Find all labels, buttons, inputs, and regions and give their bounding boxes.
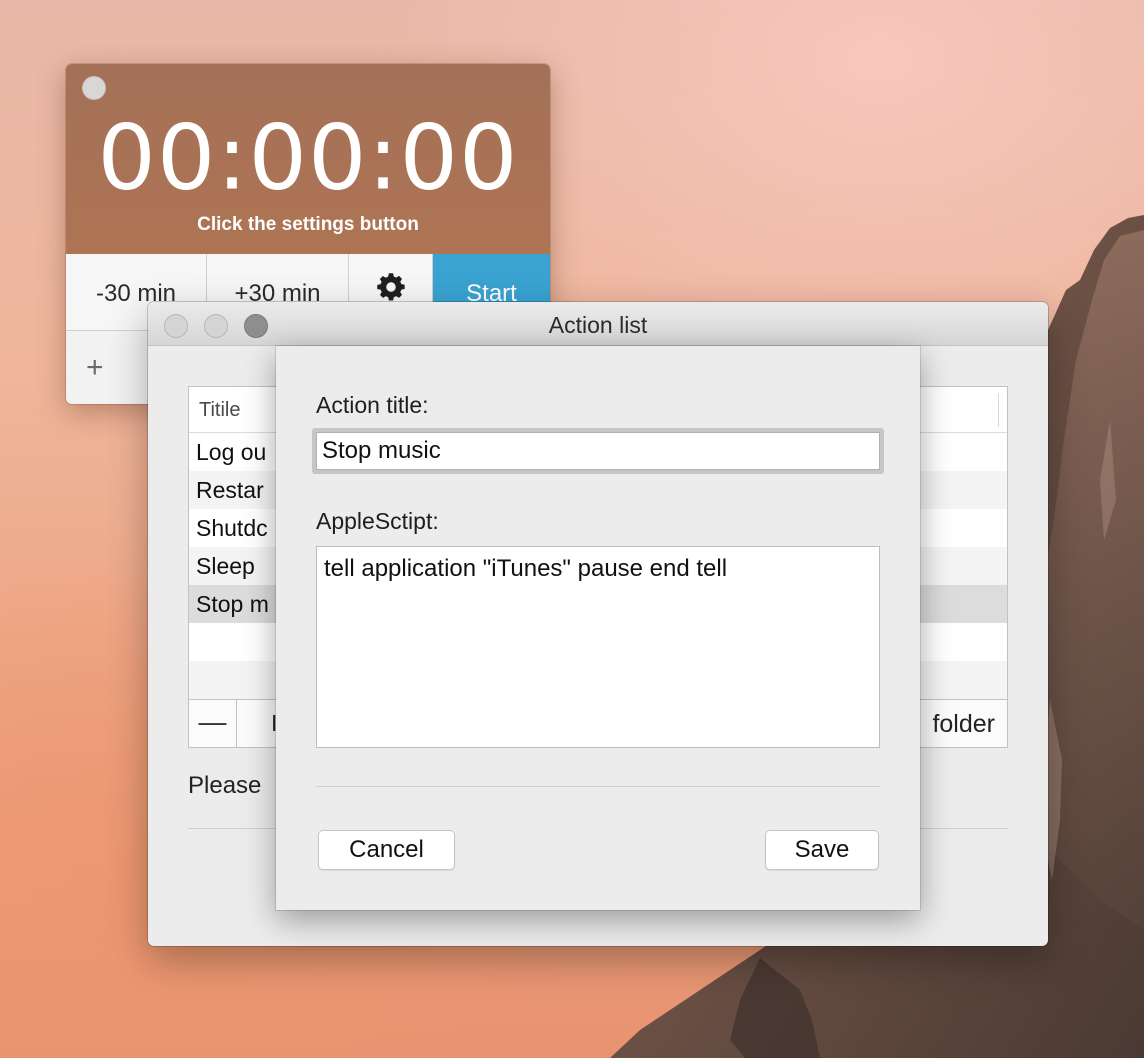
timer-display: 00:00:00 (97, 105, 519, 210)
applescript-field-wrapper: tell application "iTunes" pause end tell (316, 546, 880, 748)
divider (316, 786, 880, 787)
remove-action-button[interactable]: — (189, 700, 237, 748)
status-text: Please (188, 772, 262, 799)
window-title: Action list (548, 312, 648, 338)
applescript-label: AppleSctipt: (316, 508, 439, 534)
open-folder-button[interactable]: folder (932, 710, 995, 739)
action-title-label: Action title: (316, 392, 429, 418)
close-icon[interactable] (82, 76, 106, 100)
save-button[interactable]: Save (765, 830, 879, 870)
add-icon[interactable]: + (86, 351, 104, 385)
timer-hint: Click the settings button (197, 214, 419, 235)
action-title-field-wrapper (312, 428, 884, 474)
column-header-title: Titile (199, 399, 241, 421)
timer-display-panel: 00:00:00 Click the settings button (66, 64, 550, 254)
edit-action-sheet: Action title: AppleSctipt: tell applicat… (276, 346, 920, 910)
applescript-textarea[interactable]: tell application "iTunes" pause end tell (317, 547, 879, 747)
column-divider (998, 393, 999, 427)
title-bar[interactable]: Action list (148, 302, 1048, 346)
cancel-button[interactable]: Cancel (318, 830, 455, 870)
action-title-input[interactable] (316, 432, 880, 470)
